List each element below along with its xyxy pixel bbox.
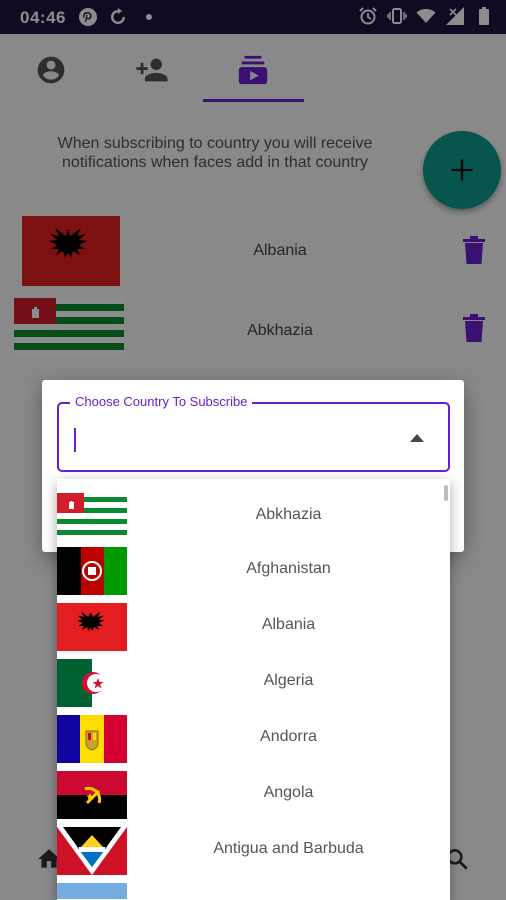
country-option[interactable]: Algeria (57, 655, 450, 711)
country-option-name: Algeria (263, 672, 314, 689)
country-option[interactable]: Albania (57, 599, 450, 655)
country-option-name: Angola (263, 784, 314, 801)
country-option-name: Antigua and Barbuda (213, 840, 364, 857)
argentina-flag (57, 883, 127, 900)
country-dropdown-list[interactable]: Abkhazia Afghanistan Albania Algeria And… (57, 479, 450, 900)
antigua-and-barbuda-flag (57, 827, 127, 875)
andorra-flag (57, 715, 127, 763)
country-option[interactable] (57, 879, 450, 900)
country-option[interactable]: Antigua and Barbuda (57, 823, 450, 879)
abkhazia-flag (57, 493, 127, 541)
country-picker-label: Choose Country To Subscribe (70, 394, 253, 409)
country-option-name: Andorra (260, 728, 317, 745)
dropdown-arrow-icon[interactable] (410, 434, 424, 442)
algeria-flag (57, 659, 127, 707)
country-option[interactable]: Abkhazia (57, 489, 450, 545)
angola-flag (57, 771, 127, 819)
country-option[interactable]: Angola (57, 767, 450, 823)
country-search-input[interactable] (69, 422, 379, 452)
country-picker-field[interactable]: Choose Country To Subscribe (57, 394, 450, 472)
country-option[interactable]: Afghanistan (57, 543, 450, 599)
country-option-name: Abkhazia (255, 506, 322, 523)
country-option-name: Afghanistan (246, 560, 331, 577)
afghanistan-flag (57, 547, 127, 595)
country-option[interactable]: Andorra (57, 711, 450, 767)
country-option-name: Albania (261, 616, 316, 633)
albania-flag (57, 603, 127, 651)
